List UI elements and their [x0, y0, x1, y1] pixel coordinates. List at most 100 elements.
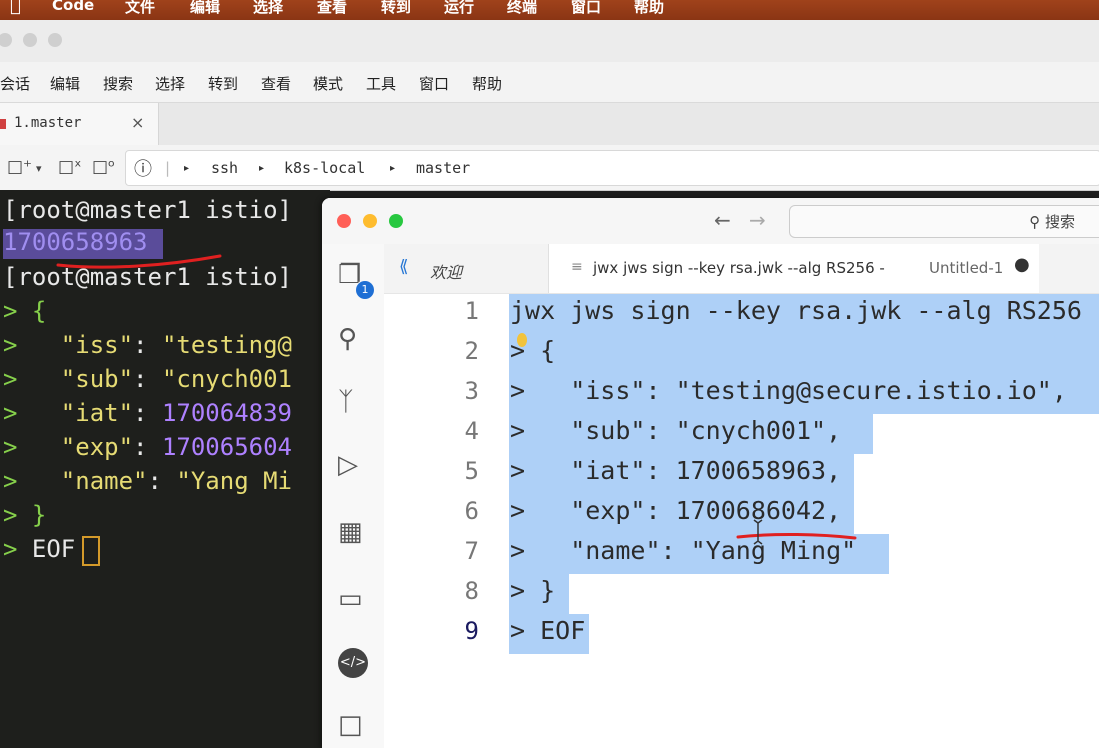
code-line: > EOF: [510, 616, 586, 645]
menu-view[interactable]: 查看: [317, 0, 347, 17]
terminal-tab-master[interactable]: 1.master ×: [0, 103, 159, 145]
tab-untitled-1[interactable]: ≡ jwx jws sign --key rsa.jwk --alg RS256…: [549, 244, 1039, 293]
eof-text: EOF: [31, 535, 76, 563]
command-center-search[interactable]: ⚲ 搜索: [789, 205, 1099, 238]
breadcrumb-master[interactable]: master: [416, 159, 470, 177]
json-number: 170064839: [161, 399, 292, 427]
json-colon: :: [133, 433, 162, 461]
code-line: > "iat": 1700658963,: [510, 456, 842, 485]
extensions-icon[interactable]: ▦: [338, 517, 363, 547]
line-number: 8: [464, 577, 479, 605]
json-value: "testing@: [161, 331, 292, 359]
live-share-icon[interactable]: </>: [338, 648, 368, 678]
term-menu-edit[interactable]: 编辑: [50, 73, 80, 94]
json-key: "exp": [60, 433, 134, 461]
search-placeholder: ⚲ 搜索: [1029, 211, 1075, 232]
json-value: "Yang Mi: [176, 467, 292, 495]
unsaved-dot-icon[interactable]: ●: [1014, 254, 1030, 275]
duplicate-session-icon[interactable]: □ᵒ: [92, 157, 115, 177]
menu-help[interactable]: 帮助: [634, 0, 664, 17]
json-colon: :: [133, 331, 162, 359]
breadcrumb-divider: |: [165, 159, 171, 177]
split-pane-icon[interactable]: □ˣ: [58, 157, 82, 177]
vscode-window: ← → ⚲ 搜索 ❐ 1 ⚲ ᛉ ▷ ▦ ▭ </> □ ⟪ 欢迎 ≡ jwx …: [322, 198, 1099, 748]
term-menu-tools[interactable]: 工具: [366, 73, 396, 94]
code-line: > "exp": 1700686042,: [510, 496, 842, 525]
terminal-toolbar: □⁺ ▾ □ˣ □ᵒ ⓘ | ▸ ssh ▸ k8s-local ▸ maste…: [0, 145, 1099, 191]
editor-tabs: ⟪ 欢迎 ≡ jwx jws sign --key rsa.jwk --alg …: [384, 244, 1099, 294]
menu-run[interactable]: 运行: [444, 0, 474, 17]
tab-active-label: jwx jws sign --key rsa.jwk --alg RS256 -: [593, 259, 885, 277]
terminal-line: > }: [3, 501, 46, 529]
json-colon: :: [133, 399, 162, 427]
json-key: "sub": [60, 365, 134, 393]
vscode-zoom-button[interactable]: [389, 214, 403, 228]
chat-icon[interactable]: □: [338, 710, 363, 740]
term-menu-window[interactable]: 窗口: [419, 73, 449, 94]
term-menu-search[interactable]: 搜索: [103, 73, 133, 94]
term-menu-view[interactable]: 查看: [261, 73, 291, 94]
tab-welcome-label: 欢迎: [430, 263, 463, 282]
breadcrumb-ssh[interactable]: ssh: [211, 159, 238, 177]
forward-arrow-icon[interactable]: →: [749, 208, 766, 232]
terminal-tabbar: 1.master ×: [0, 103, 1099, 145]
explorer-badge: 1: [356, 281, 374, 299]
menu-edit[interactable]: 编辑: [190, 0, 220, 17]
menu-go[interactable]: 转到: [381, 0, 411, 17]
line-number: 3: [464, 377, 479, 405]
breadcrumb-bullet-icon: ▸: [184, 163, 190, 174]
term-menu-select[interactable]: 选择: [155, 73, 185, 94]
code-line: > "sub": "cnych001",: [510, 416, 842, 445]
tab-welcome[interactable]: ⟪ 欢迎: [384, 244, 549, 293]
line-number: 1: [464, 297, 479, 325]
code-editor[interactable]: 1 2 3 4 5 6 7 8 9 jwx jws sign --key rsa…: [384, 294, 1099, 748]
json-key: "name": [60, 467, 148, 495]
terminal-line: > {: [3, 297, 46, 325]
line-number: 6: [464, 497, 479, 525]
search-icon[interactable]: ⚲: [338, 324, 357, 354]
remote-explorer-icon[interactable]: ▭: [338, 584, 363, 614]
json-key: "iat": [60, 399, 134, 427]
macos-menubar:  Code 文件 编辑 选择 查看 转到 运行 终端 窗口 帮助: [0, 0, 1099, 20]
tab-status-indicator: [0, 119, 6, 129]
term-menu-mode[interactable]: 模式: [313, 73, 343, 94]
terminal-line: > "exp": 170065604: [3, 433, 292, 461]
vscode-minimize-button[interactable]: [363, 214, 377, 228]
vscode-close-button[interactable]: [337, 214, 351, 228]
line-number-current: 9: [464, 617, 479, 645]
search-icon: ⚲: [1029, 213, 1041, 231]
new-tab-icon[interactable]: □⁺: [7, 157, 32, 177]
lightbulb-icon[interactable]: [517, 333, 527, 347]
menu-terminal[interactable]: 终端: [507, 0, 537, 17]
json-number: 170065604: [161, 433, 292, 461]
run-debug-icon[interactable]: ▷: [338, 450, 358, 480]
term-menu-session[interactable]: 会话: [0, 73, 30, 94]
terminal-line: > "name": "Yang Mi: [3, 467, 292, 495]
tab-close-icon[interactable]: ×: [131, 113, 144, 132]
menu-selection[interactable]: 选择: [253, 0, 283, 17]
apple-icon[interactable]: : [10, 0, 21, 16]
tab-label: 1.master: [14, 115, 82, 131]
terminal-minimize-button[interactable]: [23, 33, 37, 47]
breadcrumb-k8s-local[interactable]: k8s-local: [284, 159, 365, 177]
new-tab-dropdown-icon[interactable]: ▾: [36, 162, 42, 175]
code-line: > }: [510, 576, 556, 605]
term-menu-help[interactable]: 帮助: [472, 73, 502, 94]
terminal-output[interactable]: [root@master1 istio] 1700658963 [root@ma…: [0, 190, 330, 748]
menu-window[interactable]: 窗口: [571, 0, 601, 17]
breadcrumb-bullet-icon: ▸: [390, 163, 396, 174]
menu-file[interactable]: 文件: [125, 0, 155, 17]
terminal-line: > EOF: [3, 535, 75, 563]
prompt-marker: >: [3, 331, 61, 359]
prompt-text: > {: [3, 297, 47, 325]
info-icon[interactable]: ⓘ: [134, 155, 152, 181]
selection-block: [509, 334, 1099, 374]
term-menu-goto[interactable]: 转到: [208, 73, 238, 94]
menu-app-name[interactable]: Code: [52, 0, 94, 14]
source-control-icon[interactable]: ᛉ: [338, 387, 354, 417]
prompt-marker: >: [3, 365, 61, 393]
back-arrow-icon[interactable]: ←: [714, 208, 731, 232]
code-line: > "iss": "testing@secure.istio.io",: [510, 376, 1067, 405]
activity-bar: ❐ 1 ⚲ ᛉ ▷ ▦ ▭ </> □: [322, 244, 385, 748]
terminal-zoom-button[interactable]: [48, 33, 62, 47]
